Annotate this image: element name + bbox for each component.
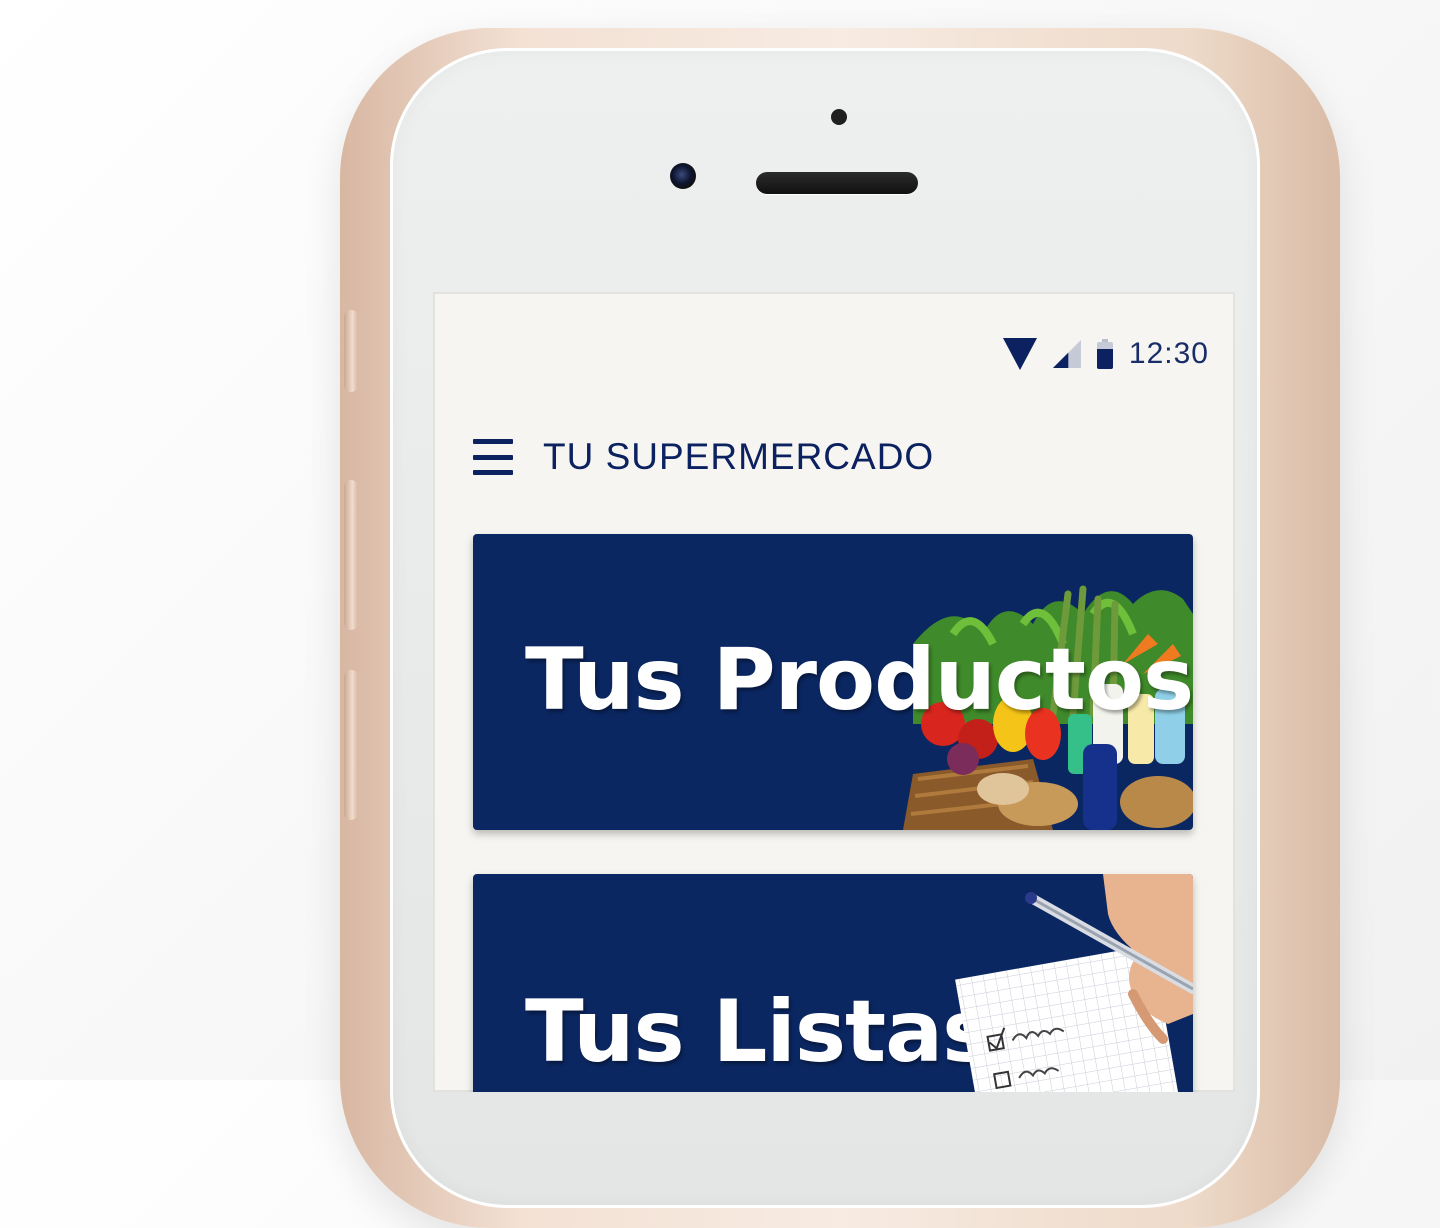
- silent-switch: [344, 310, 358, 392]
- notepad-image: [955, 874, 1193, 1092]
- products-card-title: Tus Productos: [525, 630, 1193, 730]
- status-bar: 12:30: [1002, 334, 1209, 374]
- app-bar: TU SUPERMERCADO: [473, 432, 934, 482]
- volume-down-button: [344, 670, 358, 820]
- volume-up-button: [344, 480, 358, 630]
- proximity-sensor: [831, 109, 847, 125]
- lists-card[interactable]: Tus Listas: [473, 874, 1193, 1092]
- signal-icon: [1052, 340, 1081, 368]
- hamburger-menu-icon[interactable]: [473, 439, 513, 475]
- status-time: 12:30: [1128, 337, 1209, 370]
- battery-icon: [1096, 339, 1113, 369]
- wifi-icon: [1002, 338, 1037, 370]
- front-camera: [670, 163, 696, 189]
- earpiece-speaker: [756, 172, 918, 194]
- app-title: TU SUPERMERCADO: [543, 436, 935, 477]
- products-card[interactable]: Tus Productos: [473, 534, 1193, 830]
- phone-screen: 12:30 TU SUPERMERCADO Tus Productos Tus …: [433, 292, 1235, 1092]
